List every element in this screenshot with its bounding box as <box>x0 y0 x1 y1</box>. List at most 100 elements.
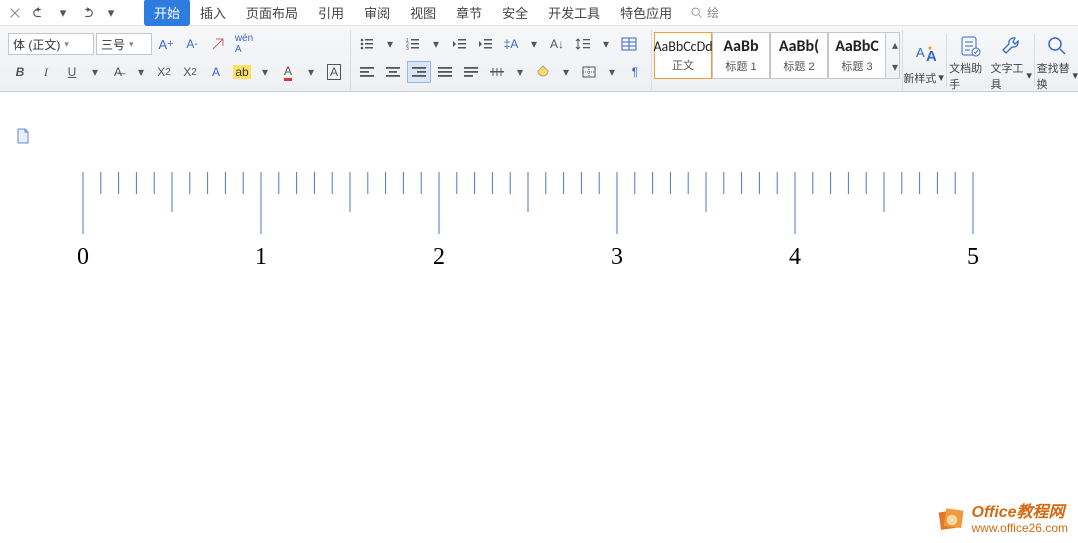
bold-button[interactable]: B <box>8 61 32 83</box>
change-case-button[interactable]: A <box>204 61 228 83</box>
superscript-button[interactable]: X2 <box>152 61 176 83</box>
font-group: 体 (正文)▾ 三号▾ A+ A- wénA B I U ▾ A̶ ▾ X2 X… <box>4 30 351 91</box>
align-justify-button[interactable] <box>433 61 457 83</box>
borders-button[interactable] <box>577 61 601 83</box>
char-border-button[interactable]: A <box>322 61 346 83</box>
search-icon <box>690 6 703 19</box>
strike-dropdown[interactable]: ▾ <box>132 61 150 83</box>
style-heading3[interactable]: AaBbC 标题 3 <box>828 32 886 79</box>
tab-page-layout[interactable]: 页面布局 <box>236 0 308 26</box>
svg-text:3: 3 <box>406 46 409 51</box>
shrink-font-button[interactable]: A- <box>180 33 204 55</box>
tab-security[interactable]: 安全 <box>492 0 538 26</box>
clear-format-button[interactable] <box>206 33 230 55</box>
sort-button[interactable]: A↓ <box>545 33 569 55</box>
style-name-label: 标题 1 <box>725 58 756 74</box>
align-right-button[interactable] <box>407 61 431 83</box>
align-distribute-button[interactable] <box>459 61 483 83</box>
chevron-down-icon: ▾ <box>129 39 134 50</box>
borders-dropdown[interactable]: ▾ <box>603 61 621 83</box>
tab-chapters[interactable]: 章节 <box>446 0 492 26</box>
decrease-indent-button[interactable] <box>447 33 471 55</box>
new-style-label: 新样式 <box>903 70 936 86</box>
text-direction-button[interactable]: ‡A <box>499 33 523 55</box>
numbering-dropdown[interactable]: ▾ <box>427 33 445 55</box>
bullets-dropdown[interactable]: ▾ <box>381 33 399 55</box>
tab-stops-dropdown[interactable]: ▾ <box>511 61 529 83</box>
doc-helper-icon <box>956 34 984 58</box>
ribbon: 体 (正文)▾ 三号▾ A+ A- wénA B I U ▾ A̶ ▾ X2 X… <box>0 26 1078 92</box>
grow-font-button[interactable]: A+ <box>154 33 178 55</box>
style-preview: AaBb( <box>779 37 819 56</box>
search-box[interactable]: 绘 <box>690 4 719 21</box>
document-area[interactable]: 012345 Office教程网 www.office26.com <box>0 92 1078 543</box>
font-name-value: 体 (正文) <box>13 36 60 53</box>
tab-view[interactable]: 视图 <box>400 0 446 26</box>
undo-button[interactable] <box>28 2 50 24</box>
increase-indent-button[interactable] <box>473 33 497 55</box>
ribbon-tabs: 开始 插入 页面布局 引用 审阅 视图 章节 安全 开发工具 特色应用 <box>144 0 682 26</box>
tab-references[interactable]: 引用 <box>308 0 354 26</box>
shading-button[interactable] <box>531 61 555 83</box>
tab-insert[interactable]: 插入 <box>190 0 236 26</box>
text-tool-label: 文字工具 <box>990 60 1024 92</box>
highlight-dropdown[interactable]: ▾ <box>256 61 274 83</box>
style-preview: AaBbC <box>835 37 879 56</box>
tab-addins[interactable]: 特色应用 <box>610 0 682 26</box>
align-center-button[interactable] <box>381 61 405 83</box>
line-spacing-button[interactable] <box>571 33 595 55</box>
chevron-down-icon: ▾ <box>1072 69 1078 82</box>
tab-stops-button[interactable] <box>485 61 509 83</box>
office-logo-icon <box>938 506 966 534</box>
find-replace-button[interactable]: 查找替换▾ <box>1037 30 1078 91</box>
svg-text:A: A <box>916 45 925 60</box>
cut-icon[interactable] <box>4 2 26 24</box>
doc-helper-label: 文档助手 <box>949 60 990 92</box>
new-style-icon: AA <box>910 40 938 68</box>
style-normal[interactable]: AaBbCcDd 正文 <box>654 32 712 79</box>
wrench-icon <box>997 34 1025 58</box>
tab-review[interactable]: 审阅 <box>354 0 400 26</box>
line-spacing-dropdown[interactable]: ▾ <box>597 33 615 55</box>
styles-scroll-up[interactable]: ▴ <box>886 34 904 56</box>
text-direction-dropdown[interactable]: ▾ <box>525 33 543 55</box>
separator <box>1034 34 1035 87</box>
undo-dropdown[interactable]: ▾ <box>52 2 74 24</box>
style-name-label: 正文 <box>672 57 694 73</box>
redo-button[interactable] <box>76 2 98 24</box>
qat-dropdown[interactable]: ▾ <box>100 2 122 24</box>
italic-button[interactable]: I <box>34 61 58 83</box>
shading-dropdown[interactable]: ▾ <box>557 61 575 83</box>
paragraph-group: ▾ 123 ▾ ‡A ▾ A↓ ▾ ▾ ▾ ▾ ¶ <box>351 30 652 91</box>
svg-text:3: 3 <box>611 244 623 270</box>
find-replace-label: 查找替换 <box>1037 60 1071 92</box>
style-heading1[interactable]: AaBb 标题 1 <box>712 32 770 79</box>
bullets-button[interactable] <box>355 33 379 55</box>
font-color-dropdown[interactable]: ▾ <box>302 61 320 83</box>
doc-helper-button[interactable]: 文档助手 <box>949 30 990 91</box>
phonetic-button[interactable]: wénA <box>232 33 256 55</box>
highlight-button[interactable]: ab <box>230 61 254 83</box>
watermark: Office教程网 www.office26.com <box>938 504 1069 535</box>
underline-dropdown[interactable]: ▾ <box>86 61 104 83</box>
style-heading2[interactable]: AaBb( 标题 2 <box>770 32 828 79</box>
search-input[interactable]: 绘 <box>707 4 719 21</box>
chevron-down-icon: ▾ <box>938 71 944 84</box>
numbering-button[interactable]: 123 <box>401 33 425 55</box>
font-size-combo[interactable]: 三号▾ <box>96 33 152 55</box>
styles-scroll-down[interactable]: ▾ <box>886 56 904 78</box>
underline-button[interactable]: U <box>60 61 84 83</box>
strikethrough-button[interactable]: A̶ <box>106 61 130 83</box>
paragraph-mark-button[interactable]: ¶ <box>623 61 647 83</box>
align-left-button[interactable] <box>355 61 379 83</box>
insert-table-button[interactable] <box>617 33 641 55</box>
page-icon <box>16 128 30 147</box>
subscript-button[interactable]: X2 <box>178 61 202 83</box>
tab-home[interactable]: 开始 <box>144 0 190 26</box>
new-style-button[interactable]: AA 新样式▾ <box>903 30 944 91</box>
font-color-button[interactable]: A <box>276 61 300 83</box>
font-name-combo[interactable]: 体 (正文)▾ <box>8 33 94 55</box>
tab-developer[interactable]: 开发工具 <box>538 0 610 26</box>
text-tool-button[interactable]: 文字工具▾ <box>990 30 1031 91</box>
style-preview: AaBbCcDd <box>653 38 712 55</box>
